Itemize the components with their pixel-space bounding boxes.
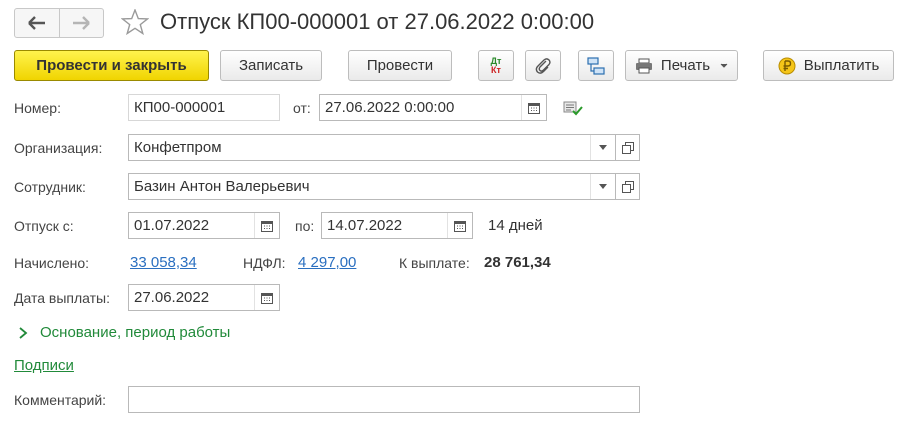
vacation-to-field[interactable]: 14.07.2022 — [321, 212, 473, 239]
spellcheck-icon[interactable] — [563, 100, 583, 119]
pay-button[interactable]: Выплатить — [763, 50, 894, 81]
to-pay-value: 28 761,34 — [484, 254, 551, 271]
vacation-to-label: по: — [295, 218, 315, 234]
kt-label: Кт — [491, 64, 501, 75]
employee-label: Сотрудник: — [14, 179, 86, 195]
accrued-label: Начислено: — [14, 255, 90, 271]
number-field[interactable]: КП00-000001 — [128, 94, 280, 121]
employee-dropdown-button[interactable] — [590, 174, 615, 199]
employee-value: Базин Антон Валерьевич — [134, 178, 310, 195]
ruble-coin-icon — [778, 57, 796, 74]
number-label: Номер: — [14, 100, 61, 116]
printer-icon — [635, 58, 652, 73]
to-pay-label: К выплате: — [399, 255, 470, 271]
back-button[interactable] — [15, 9, 59, 37]
structure-button[interactable] — [578, 50, 614, 81]
vacation-from-field[interactable]: 01.07.2022 — [128, 212, 280, 239]
vacation-from-value: 01.07.2022 — [134, 217, 210, 234]
basis-section-toggle[interactable]: Основание, период работы — [18, 324, 230, 341]
organization-open-button[interactable] — [616, 134, 640, 161]
forward-button[interactable] — [58, 9, 104, 37]
payment-date-field[interactable]: 27.06.2022 — [128, 284, 280, 311]
employee-open-button[interactable] — [616, 173, 640, 200]
organization-value: Конфетпром — [134, 139, 222, 156]
number-value: КП00-000001 — [134, 99, 226, 116]
calendar-icon — [454, 220, 466, 232]
ndfl-link[interactable]: 4 297,00 — [298, 254, 356, 271]
ndfl-label: НДФЛ: — [243, 255, 286, 271]
calendar-button[interactable] — [447, 213, 472, 238]
calendar-button[interactable] — [254, 285, 279, 310]
post-button[interactable]: Провести — [348, 50, 452, 81]
organization-dropdown-button[interactable] — [590, 135, 615, 160]
calendar-icon — [261, 292, 273, 304]
comment-label: Комментарий: — [14, 392, 107, 408]
structure-icon — [587, 56, 605, 75]
organization-label: Организация: — [14, 140, 103, 156]
arrow-right-icon — [73, 16, 91, 30]
payment-date-label: Дата выплаты: — [14, 290, 110, 306]
document-date-value: 27.06.2022 0:00:00 — [325, 99, 455, 116]
arrow-left-icon — [27, 16, 45, 30]
employee-field[interactable]: Базин Антон Валерьевич — [128, 173, 616, 200]
chevron-down-icon — [720, 63, 728, 68]
organization-field[interactable]: Конфетпром — [128, 134, 616, 161]
calendar-icon — [528, 102, 540, 114]
calendar-icon — [261, 220, 273, 232]
date-from-label: от: — [293, 100, 311, 116]
calendar-button[interactable] — [254, 213, 279, 238]
open-window-icon — [621, 180, 634, 193]
basis-section-title: Основание, период работы — [40, 324, 231, 341]
paperclip-icon — [535, 57, 551, 74]
history-nav — [14, 8, 104, 38]
vacation-to-value: 14.07.2022 — [327, 217, 403, 234]
vacation-from-label: Отпуск с: — [14, 218, 74, 234]
attach-button[interactable] — [525, 50, 561, 81]
payment-date-value: 27.06.2022 — [134, 289, 210, 306]
chevron-right-icon — [19, 326, 28, 339]
open-window-icon — [621, 141, 634, 154]
print-label: Печать — [660, 57, 711, 74]
favorite-star-icon[interactable] — [120, 8, 150, 38]
save-button[interactable]: Записать — [220, 50, 322, 81]
chevron-down-icon — [599, 184, 607, 189]
accrued-link[interactable]: 33 058,34 — [130, 254, 197, 271]
dt-kt-button[interactable]: Дт Кт — [478, 50, 514, 81]
calendar-button[interactable] — [521, 95, 546, 120]
chevron-down-icon — [599, 145, 607, 150]
document-date-field[interactable]: 27.06.2022 0:00:00 — [319, 94, 547, 121]
dt-kt-icon: Дт Кт — [491, 56, 502, 75]
window-title: Отпуск КП00-000001 от 27.06.2022 0:00:00 — [160, 9, 595, 34]
print-button[interactable]: Печать — [625, 50, 738, 81]
signatures-link[interactable]: Подписи — [14, 357, 74, 374]
comment-field[interactable] — [128, 386, 640, 413]
pay-label: Выплатить — [803, 57, 880, 74]
days-count: 14 дней — [488, 217, 543, 234]
post-and-close-button[interactable]: Провести и закрыть — [14, 50, 209, 81]
